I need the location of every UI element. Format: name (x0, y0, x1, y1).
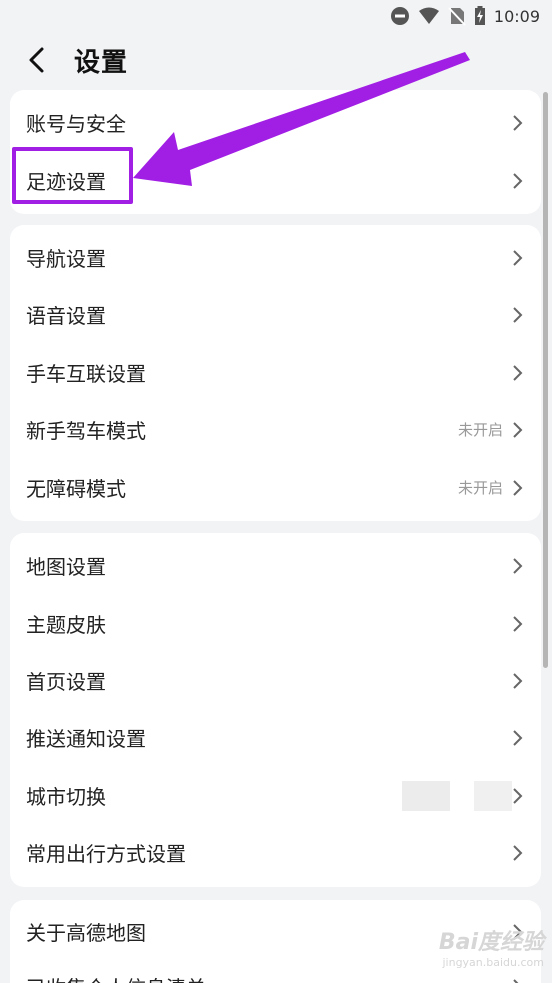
dnd-icon (390, 6, 410, 26)
settings-item-label: 常用出行方式设置 (26, 842, 186, 866)
status-time: 10:09 (493, 6, 540, 26)
settings-item-label: 首页设置 (26, 670, 106, 694)
settings-item-account-security[interactable]: 账号与安全 (10, 94, 541, 151)
settings-item-label: 地图设置 (26, 555, 106, 579)
settings-group-map: 地图设置 主题皮肤 首页设置 推送通知设置 城市切换 常用出行方式设置 (10, 533, 541, 887)
chevron-right-icon (513, 306, 523, 323)
chevron-right-icon (513, 672, 523, 689)
settings-item-travel-mode[interactable]: 常用出行方式设置 (10, 824, 541, 881)
settings-item-theme-skin[interactable]: 主题皮肤 (10, 595, 541, 652)
settings-item-navigation[interactable]: 导航设置 (10, 229, 541, 286)
chevron-right-icon (513, 844, 523, 861)
settings-item-novice-mode[interactable]: 新手驾车模式 未开启 (10, 401, 541, 458)
status-bar: 10:09 (0, 0, 552, 32)
settings-item-voice[interactable]: 语音设置 (10, 286, 541, 343)
settings-item-city-switch[interactable]: 城市切换 (10, 767, 541, 824)
settings-item-phone-car-link[interactable]: 手车互联设置 (10, 344, 541, 401)
watermark-brand: Bai度经验 (438, 930, 544, 955)
chevron-right-icon (513, 557, 523, 574)
chevron-right-icon (513, 978, 519, 983)
wifi-icon (418, 6, 440, 26)
settings-item-label: 语音设置 (26, 304, 106, 328)
settings-item-push-notification[interactable]: 推送通知设置 (10, 709, 541, 766)
settings-item-map[interactable]: 地图设置 (10, 537, 541, 594)
settings-item-label: 推送通知设置 (26, 727, 146, 751)
chevron-right-icon (513, 787, 523, 804)
settings-item-label: 手车互联设置 (26, 362, 146, 386)
settings-item-accessibility-mode[interactable]: 无障碍模式 未开启 (10, 459, 541, 516)
back-arrow-icon[interactable] (26, 46, 54, 74)
settings-item-label: 导航设置 (26, 247, 106, 271)
watermark-url: jingyan.baidu.com (442, 956, 544, 969)
settings-item-label: 已收集个人信息清单 (26, 972, 511, 983)
chevron-right-icon (513, 114, 523, 131)
settings-item-value: 未开启 (457, 421, 503, 439)
settings-item-label: 主题皮肤 (26, 613, 106, 637)
chevron-right-icon (513, 364, 523, 381)
settings-item-label: 账号与安全 (26, 112, 126, 136)
settings-group-account: 账号与安全 足迹设置 (10, 90, 541, 214)
battery-charging-icon (474, 6, 486, 26)
page-title: 设置 (74, 47, 129, 78)
blurred-city-value (402, 781, 450, 811)
chevron-right-icon (513, 479, 523, 496)
settings-item-label: 足迹设置 (26, 170, 106, 194)
watermark-logo: Bai度经验 jingyan.baidu.com (439, 924, 544, 969)
blurred-city-value (474, 781, 512, 811)
settings-item-footprint[interactable]: 足迹设置 (10, 152, 541, 209)
header: 设置 (0, 32, 552, 88)
chevron-right-icon (513, 172, 523, 189)
settings-item-label: 新手驾车模式 (26, 419, 146, 443)
settings-item-label: 无障碍模式 (26, 477, 126, 501)
scrollbar[interactable] (543, 92, 548, 668)
chevron-right-icon (513, 615, 523, 632)
chevron-right-icon (513, 249, 523, 266)
settings-group-navigation: 导航设置 语音设置 手车互联设置 新手驾车模式 未开启 无障碍模式 未开启 (10, 225, 541, 521)
settings-item-value: 未开启 (457, 479, 503, 497)
no-sim-icon (448, 6, 466, 26)
chevron-right-icon (513, 421, 523, 438)
chevron-right-icon (513, 729, 523, 746)
settings-item-home-page[interactable]: 首页设置 (10, 652, 541, 709)
